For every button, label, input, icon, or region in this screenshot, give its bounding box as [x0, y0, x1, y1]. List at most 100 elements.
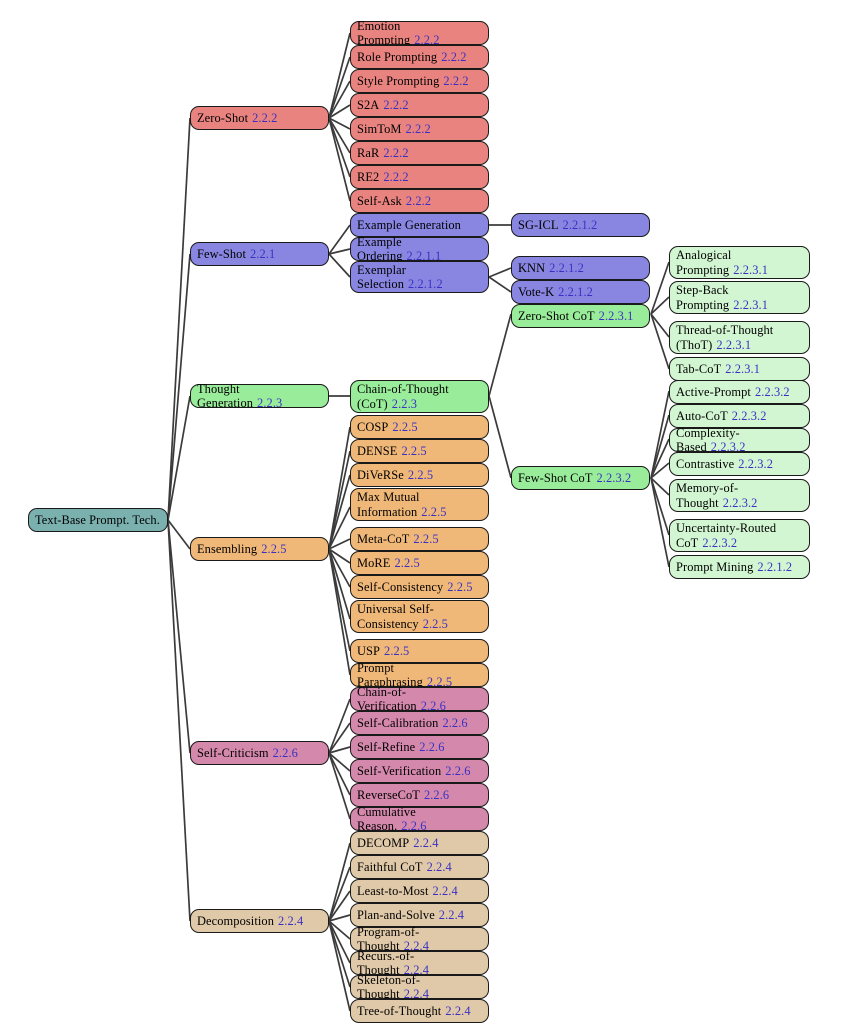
node-knn[interactable]: KNN 2.2.1.2	[511, 256, 650, 280]
node-root[interactable]: Text-Base Prompt. Tech.	[28, 508, 168, 532]
node-analogical-prompting[interactable]: Analogical Prompting 2.2.3.1	[669, 246, 810, 279]
node-style-prompting[interactable]: Style Prompting 2.2.2	[350, 69, 489, 93]
node-section: 2.2.3	[391, 396, 418, 411]
node-section: 2.2.3.1	[598, 308, 634, 323]
node-uncertainty-routed-cot[interactable]: Uncertainty-Routed CoT 2.2.3.2	[669, 519, 810, 552]
node-decomposition[interactable]: Decomposition 2.2.4	[190, 909, 329, 933]
node-section: 2.2.3.2	[722, 495, 758, 510]
node-label: Self-Verification	[357, 763, 442, 778]
node-self-ask[interactable]: Self-Ask 2.2.2	[350, 189, 489, 213]
node-label: MoRE	[357, 555, 391, 570]
node-cosp[interactable]: COSP 2.2.5	[350, 415, 489, 439]
node-sg-icl[interactable]: SG-ICL 2.2.1.2	[511, 213, 650, 237]
node-thread-of-thought[interactable]: Thread-of-Thought (ThoT) 2.2.3.1	[669, 321, 810, 354]
node-ensembling[interactable]: Ensembling 2.2.5	[190, 537, 329, 561]
node-section: 2.2.3.1	[725, 361, 761, 376]
node-complexity-based[interactable]: Complexity-Based 2.2.3.2	[669, 426, 810, 454]
node-vote-k[interactable]: Vote-K 2.2.1.2	[511, 280, 650, 304]
node-diverse[interactable]: DiVeRSe 2.2.5	[350, 463, 489, 487]
node-section: 2.2.2	[441, 49, 467, 64]
node-label: Exemplar Selection	[357, 262, 406, 292]
node-rar[interactable]: RaR 2.2.2	[350, 141, 489, 165]
node-chain-of-verification[interactable]: Chain-of-Verification 2.2.6	[350, 684, 489, 714]
node-section: 2.2.5	[261, 541, 287, 556]
node-self-criticism[interactable]: Self-Criticism 2.2.6	[190, 741, 329, 765]
node-section: 2.2.1.2	[408, 277, 443, 291]
node-skeleton-of-thought[interactable]: Skeleton-of-Thought 2.2.4	[350, 973, 489, 1001]
node-few-shot[interactable]: Few-Shot 2.2.1	[190, 242, 329, 266]
node-example-ordering[interactable]: Example Ordering 2.2.1.1	[350, 235, 489, 263]
node-meta-cot[interactable]: Meta-CoT 2.2.5	[350, 527, 489, 551]
node-program-of-thought[interactable]: Program-of-Thought 2.2.4	[350, 925, 489, 953]
node-auto-cot[interactable]: Auto-CoT 2.2.3.2	[669, 404, 810, 428]
node-label: Role Prompting	[357, 49, 438, 64]
node-prompt-paraphrasing[interactable]: Prompt Paraphrasing 2.2.5	[350, 661, 489, 689]
node-self-calibration[interactable]: Self-Calibration 2.2.6	[350, 711, 489, 735]
node-label: DENSE	[357, 443, 398, 458]
node-chain-of-thought[interactable]: Chain-of-Thought (CoT) 2.2.3	[350, 380, 489, 413]
node-reversecot[interactable]: ReverseCoT 2.2.6	[350, 783, 489, 807]
node-label: S2A	[357, 97, 380, 112]
node-section: 2.2.2	[405, 121, 431, 136]
node-tab-cot[interactable]: Tab-CoT 2.2.3.1	[669, 357, 810, 381]
node-label: Tree-of-Thought	[357, 1003, 442, 1018]
node-label: Thought Generation	[197, 381, 254, 411]
node-recurs-of-thought[interactable]: Recurs.-of-Thought 2.2.4	[350, 949, 489, 977]
node-label: KNN	[518, 260, 546, 275]
node-contrastive[interactable]: Contrastive 2.2.3.2	[669, 452, 810, 476]
node-memory-of-thought[interactable]: Memory-of-Thought 2.2.3.2	[669, 479, 810, 512]
node-section: 2.2.3.1	[716, 337, 752, 352]
node-section: 2.2.5	[394, 555, 420, 570]
node-role-prompting[interactable]: Role Prompting 2.2.2	[350, 45, 489, 69]
node-decomp[interactable]: DECOMP 2.2.4	[350, 831, 489, 855]
node-zero-shot-cot[interactable]: Zero-Shot CoT 2.2.3.1	[511, 304, 650, 328]
node-label: Zero-Shot	[197, 110, 249, 125]
node-label: Chain-of-Verification	[357, 684, 417, 714]
node-section: 2.2.2	[383, 97, 409, 112]
node-section: 2.2.5	[392, 419, 418, 434]
node-section: 2.2.5	[384, 643, 410, 658]
node-active-prompt[interactable]: Active-Prompt 2.2.3.2	[669, 380, 810, 404]
node-self-refine[interactable]: Self-Refine 2.2.6	[350, 735, 489, 759]
node-label: COSP	[357, 419, 389, 434]
node-example-generation[interactable]: Example Generation	[350, 213, 489, 237]
node-max-mutual-information[interactable]: Max Mutual Information 2.2.5	[350, 488, 489, 521]
node-section: 2.2.1	[250, 246, 276, 261]
node-label: Meta-CoT	[357, 531, 410, 546]
node-least-to-most[interactable]: Least-to-Most 2.2.4	[350, 879, 489, 903]
node-usp[interactable]: USP 2.2.5	[350, 639, 489, 663]
node-section: 2.2.3.2	[738, 456, 774, 471]
node-faithful-cot[interactable]: Faithful CoT 2.2.4	[350, 855, 489, 879]
node-section: 2.2.3.2	[596, 470, 632, 485]
node-label: Prompt Mining	[676, 559, 754, 574]
node-emotion-prompting[interactable]: Emotion Prompting 2.2.2	[350, 19, 489, 47]
node-zero-shot[interactable]: Zero-Shot 2.2.2	[190, 106, 329, 130]
node-more[interactable]: MoRE 2.2.5	[350, 551, 489, 575]
node-step-back-prompting[interactable]: Step-Back Prompting 2.2.3.1	[669, 281, 810, 314]
node-s2a[interactable]: S2A 2.2.2	[350, 93, 489, 117]
node-self-verification[interactable]: Self-Verification 2.2.6	[350, 759, 489, 783]
node-section: 2.2.3.1	[733, 297, 769, 312]
node-exemplar-selection[interactable]: Exemplar Selection 2.2.1.2	[350, 261, 489, 293]
node-section: 2.2.5	[422, 616, 448, 631]
node-plan-and-solve[interactable]: Plan-and-Solve 2.2.4	[350, 903, 489, 927]
node-section: 2.2.6	[423, 787, 450, 802]
node-section: 2.2.4	[413, 835, 439, 850]
node-thought-generation[interactable]: Thought Generation 2.2.3	[190, 381, 329, 411]
node-prompt-mining[interactable]: Prompt Mining 2.2.1.2	[669, 555, 810, 579]
node-universal-self-consistency[interactable]: Universal Self-Consistency 2.2.5	[350, 600, 489, 633]
node-few-shot-cot[interactable]: Few-Shot CoT 2.2.3.2	[511, 466, 650, 490]
node-label: DECOMP	[357, 835, 410, 850]
node-label: Auto-CoT	[676, 408, 728, 423]
node-self-consistency[interactable]: Self-Consistency 2.2.5	[350, 575, 489, 599]
node-cumulative-reason[interactable]: Cumulative Reason. 2.2.6	[350, 805, 489, 833]
node-dense[interactable]: DENSE 2.2.5	[350, 439, 489, 463]
node-label: Example Generation	[357, 217, 461, 232]
node-label: Text-Base Prompt. Tech.	[35, 512, 160, 527]
node-tree-of-thought[interactable]: Tree-of-Thought 2.2.4	[350, 999, 489, 1023]
node-section: 2.2.3	[257, 396, 283, 410]
node-label: Active-Prompt	[676, 384, 751, 399]
node-re2[interactable]: RE2 2.2.2	[350, 165, 489, 189]
node-simtom[interactable]: SimToM 2.2.2	[350, 117, 489, 141]
node-section: 2.2.6	[272, 745, 298, 760]
